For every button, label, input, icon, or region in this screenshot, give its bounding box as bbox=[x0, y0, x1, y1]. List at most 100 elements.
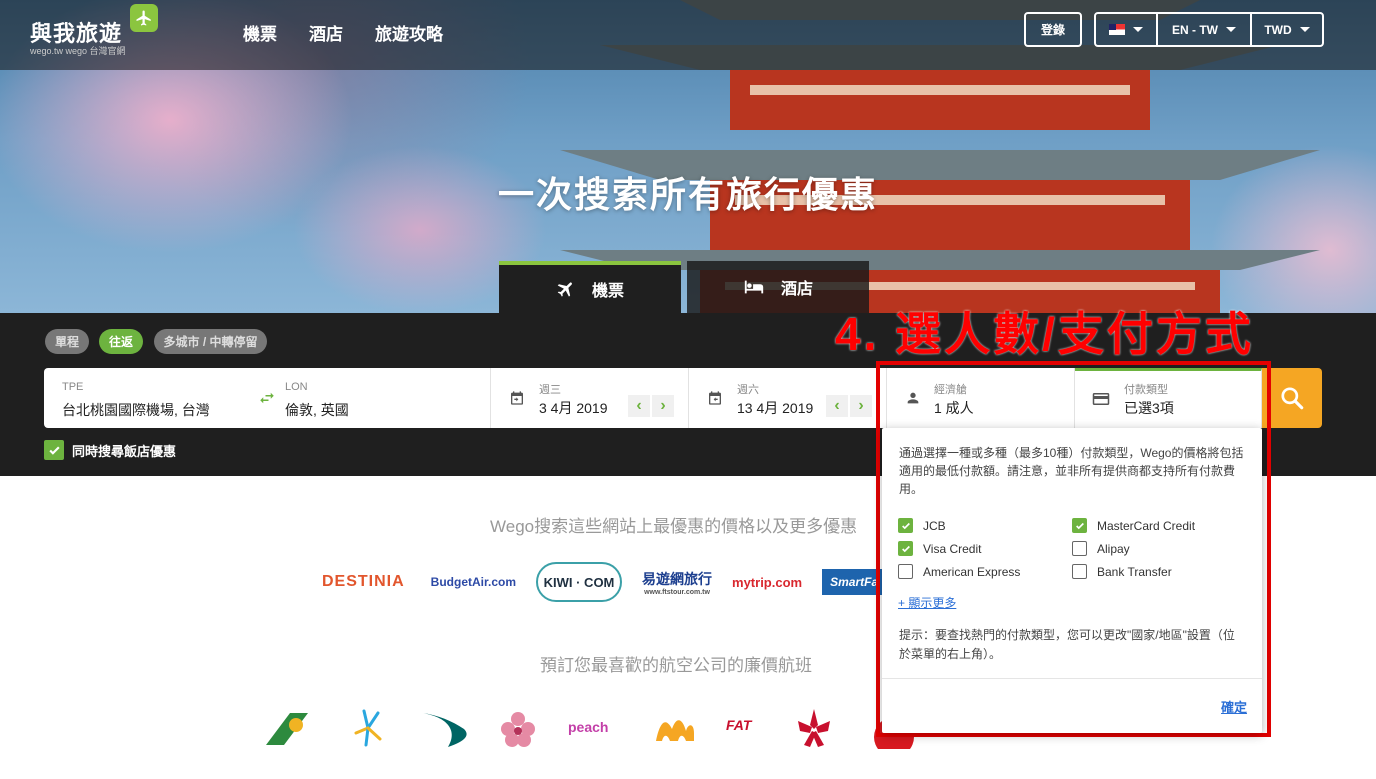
origin-name: 台北桃園國際機場, 台灣 bbox=[62, 402, 210, 418]
partner-destinia: DESTINIA bbox=[322, 573, 405, 590]
language-label: EN - TW bbox=[1172, 22, 1218, 37]
partner-budgetair: BudgetAir.com bbox=[430, 575, 517, 589]
checkbox-checked-icon bbox=[1072, 518, 1087, 533]
depart-date: 3 4月 2019 bbox=[539, 400, 608, 416]
swap-icon[interactable] bbox=[258, 389, 276, 407]
bed-icon bbox=[744, 280, 764, 294]
china-airlines-plum-logo-icon bbox=[501, 712, 535, 747]
nav-travel-guide[interactable]: 旅遊攻略 bbox=[375, 20, 443, 45]
partners-heading: Wego搜索這些網站上最優惠的價格以及更多優惠 bbox=[490, 517, 858, 536]
partner-mytrip: mytrip.com bbox=[732, 574, 803, 590]
mandarin-airlines-logo-icon bbox=[656, 720, 694, 741]
currency-selector[interactable]: TWD bbox=[1252, 14, 1322, 45]
search-button[interactable] bbox=[1262, 368, 1322, 428]
hero-headline: 一次搜索所有旅行優惠 bbox=[497, 174, 878, 215]
trip-type-round-trip[interactable]: 往返 bbox=[99, 329, 143, 354]
locale-selector: EN - TW TWD bbox=[1094, 12, 1324, 47]
partner-ftstour-label: 易遊網旅行 bbox=[642, 570, 713, 587]
prev-date-icon[interactable]: ‹ bbox=[628, 395, 650, 417]
partner-kiwi-label: KIWI · COM bbox=[543, 574, 615, 590]
checkbox-checked-icon bbox=[898, 541, 913, 556]
trip-type-multi-city[interactable]: 多城市 / 中轉停留 bbox=[154, 329, 267, 354]
plane-icon bbox=[557, 282, 572, 297]
trip-type-one-way[interactable]: 單程 bbox=[45, 329, 89, 354]
payment-option-jcb[interactable]: JCB bbox=[898, 518, 946, 533]
checkbox-checked-icon bbox=[44, 440, 64, 460]
return-date: 13 4月 2019 bbox=[737, 400, 814, 416]
cathay-pacific-logo-icon bbox=[422, 713, 467, 747]
payment-option-visa[interactable]: Visa Credit bbox=[898, 541, 981, 556]
tab-hotels-label: 酒店 bbox=[780, 281, 813, 298]
us-flag-icon bbox=[1109, 24, 1125, 35]
airline-logos: peach FAT bbox=[264, 707, 934, 749]
destination-code: LON bbox=[285, 381, 308, 393]
payment-option-label: Bank Transfer bbox=[1097, 564, 1172, 579]
chevron-down-icon bbox=[1133, 27, 1143, 32]
logo-subtitle: wego.tw wego 台灣官網 bbox=[30, 46, 126, 56]
payment-type-dropdown: 通過選擇一種或多種（最多10種）付款類型，Wego的價格將包括適用的最低付款額。… bbox=[882, 428, 1262, 733]
return-day: 週六 bbox=[737, 384, 759, 396]
plane-logo-icon bbox=[130, 4, 158, 32]
chevron-down-icon bbox=[1299, 27, 1310, 32]
search-icon bbox=[1281, 387, 1304, 410]
dropdown-divider bbox=[882, 678, 1262, 679]
depart-date-stepper: ‹ › bbox=[628, 395, 674, 417]
payment-description: 通過選擇一種或多種（最多10種）付款類型，Wego的價格將包括適用的最低付款額。… bbox=[899, 446, 1244, 496]
checkbox-checked-icon bbox=[898, 518, 913, 533]
tab-flights[interactable]: 機票 bbox=[499, 261, 681, 313]
airlines-heading: 預訂您最喜歡的航空公司的廉價航班 bbox=[540, 656, 812, 675]
hong-kong-airlines-logo-icon bbox=[798, 709, 830, 747]
far-eastern-logo-label: FAT bbox=[726, 717, 752, 733]
payment-tip: 提示：要查找熱門的付款類型，您可以更改"國家/地區"設置（位於菜單的右上角）。 bbox=[899, 628, 1235, 661]
payment-option-amex[interactable]: American Express bbox=[898, 564, 1020, 579]
tigerair-star-logo-icon bbox=[354, 709, 382, 747]
checkbox-unchecked-icon bbox=[898, 564, 913, 579]
wego-logo[interactable]: 與我旅遊 wego.tw wego 台灣官網 bbox=[30, 4, 160, 58]
chevron-down-icon bbox=[1226, 27, 1236, 32]
tutorial-annotation: 4. 選人數/支付方式 bbox=[835, 308, 1254, 360]
route-field: TPE 台北桃園國際機場, 台灣 LON 倫敦, 英國 bbox=[44, 368, 491, 428]
peach-logo: peach bbox=[568, 719, 609, 735]
next-date-icon[interactable]: › bbox=[850, 395, 872, 417]
currency-label: TWD bbox=[1264, 22, 1292, 37]
checkbox-unchecked-icon bbox=[1072, 564, 1087, 579]
payment-option-label: JCB bbox=[923, 518, 946, 533]
payment-option-label: American Express bbox=[923, 564, 1021, 579]
language-selector[interactable]: EN - TW bbox=[1158, 14, 1252, 45]
payment-option-mastercard[interactable]: MasterCard Credit bbox=[1072, 518, 1195, 533]
destination-field[interactable]: LON 倫敦, 英國 bbox=[284, 368, 484, 428]
hotel-search-label: 同時搜尋飯店優惠 bbox=[72, 443, 177, 459]
confirm-button[interactable]: 確定 bbox=[1221, 697, 1247, 716]
payment-option-bank-transfer[interactable]: Bank Transfer bbox=[1072, 564, 1172, 579]
hotel-search-checkbox[interactable]: 同時搜尋飯店優惠 bbox=[44, 440, 176, 460]
next-date-icon[interactable]: › bbox=[652, 395, 674, 417]
partner-kiwi: KIWI · COM bbox=[536, 562, 623, 602]
partner-ftstour: 易遊網旅行 www.ftstour.com.tw bbox=[642, 569, 712, 596]
payment-option-label: Visa Credit bbox=[923, 541, 982, 556]
partner-logos: DESTINIA BudgetAir.com KIWI · COM 易遊網旅行 … bbox=[322, 562, 887, 602]
login-button[interactable]: 登錄 bbox=[1024, 12, 1082, 47]
show-more-link[interactable]: + 顯示更多 bbox=[898, 594, 956, 611]
calendar-depart-icon bbox=[511, 391, 523, 405]
partner-ftstour-url: www.ftstour.com.tw bbox=[644, 588, 710, 596]
payment-option-label: MasterCard Credit bbox=[1097, 518, 1196, 533]
country-selector[interactable] bbox=[1096, 14, 1158, 45]
return-date-stepper: ‹ › bbox=[826, 395, 872, 417]
depart-day: 週三 bbox=[539, 384, 561, 396]
origin-code: TPE bbox=[62, 381, 84, 393]
depart-date-field[interactable]: 週三 3 4月 2019 ‹ › bbox=[491, 368, 689, 428]
return-date-field[interactable]: 週六 13 4月 2019 ‹ › bbox=[689, 368, 887, 428]
far-eastern-logo: FAT bbox=[722, 707, 794, 749]
payment-option-label: Alipay bbox=[1097, 541, 1130, 556]
eva-air-logo-icon bbox=[266, 713, 308, 745]
tab-flights-label: 機票 bbox=[591, 283, 624, 300]
nav-hotels[interactable]: 酒店 bbox=[309, 20, 343, 45]
calendar-return-icon bbox=[709, 391, 721, 405]
checkbox-unchecked-icon bbox=[1072, 541, 1087, 556]
main-nav: 機票 酒店 旅遊攻略 bbox=[243, 20, 443, 45]
payment-option-alipay[interactable]: Alipay bbox=[1072, 541, 1130, 556]
nav-flights[interactable]: 機票 bbox=[243, 20, 277, 45]
origin-field[interactable]: TPE 台北桃園國際機場, 台灣 bbox=[44, 368, 254, 428]
top-navigation-bar: 與我旅遊 wego.tw wego 台灣官網 機票 酒店 旅遊攻略 登錄 EN … bbox=[0, 0, 1376, 70]
prev-date-icon[interactable]: ‹ bbox=[826, 395, 848, 417]
